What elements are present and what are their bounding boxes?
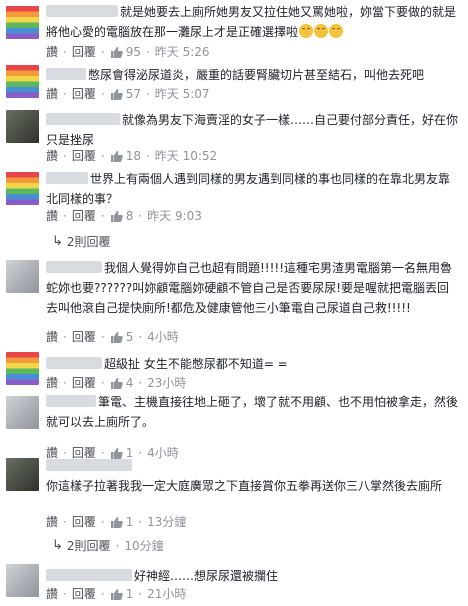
comment-text: 超級扯 女生不能憋尿都不知道= =: [46, 354, 460, 374]
like-count[interactable]: 18: [126, 148, 141, 164]
comment-meta: 讚 · 回覆 · 8 · 昨天 9:03: [46, 208, 202, 224]
avatar[interactable]: [6, 260, 39, 293]
commenter-name-redacted[interactable]: [46, 459, 132, 471]
grin-emoji-icon: [329, 24, 344, 38]
like-link[interactable]: 讚: [46, 514, 58, 530]
reply-link[interactable]: 回覆: [72, 44, 96, 60]
timestamp[interactable]: 4小時: [147, 329, 179, 345]
timestamp[interactable]: 23小時: [147, 375, 186, 391]
like-link[interactable]: 讚: [46, 86, 58, 102]
comment-body: 你這樣子拉著我我一定大庭廣眾之下直接賞你五拳再送你三八掌然後去廁所: [46, 479, 443, 493]
like-count[interactable]: 57: [126, 86, 141, 102]
reply-link[interactable]: 回覆: [72, 586, 96, 602]
comment-meta: 讚 · 回覆 · 5 · 4小時: [46, 329, 179, 345]
thumbs-up-icon: [110, 588, 123, 600]
comment-text: 世界上有兩個人遇到同樣的男友遇到同樣的事也同樣的在靠北男友靠北同樣的事？: [46, 169, 460, 209]
like-count[interactable]: 1: [126, 586, 134, 602]
thumbs-up-icon: [110, 46, 123, 58]
avatar[interactable]: [6, 65, 39, 98]
like-count[interactable]: 1: [126, 514, 134, 530]
avatar[interactable]: [6, 110, 39, 143]
comment-body: 我個人覺得妳自己也超有問題!!!!!這種宅男渣男電腦第一名無用魯蛇妳也要????…: [46, 261, 453, 315]
reply-link[interactable]: 回覆: [72, 148, 96, 164]
comment-meta: 讚 · 回覆 · 1 · 13分鐘: [46, 514, 187, 530]
thumbs-up-icon: [110, 210, 123, 222]
commenter-name-redacted[interactable]: [46, 5, 118, 17]
comment-text: 好神經……想尿尿還被攔住: [46, 566, 460, 586]
commenter-name-redacted[interactable]: [46, 395, 96, 407]
like-link[interactable]: 讚: [46, 375, 58, 391]
timestamp[interactable]: 昨天 5:07: [155, 86, 210, 102]
comment-body: 超級扯 女生不能憋尿都不知道= =: [104, 357, 288, 371]
comment-text: 筆電、主機直接往地上砸了，壞了就不用顧、也不用怕被拿走，然後就可以去上廁所了。: [46, 392, 460, 432]
reply-arrow-icon: ↳: [52, 538, 63, 553]
like-count[interactable]: 5: [126, 329, 134, 345]
like-link[interactable]: 讚: [46, 148, 58, 164]
comment-body: 好神經……想尿尿還被攔住: [134, 569, 279, 583]
comment-text: 我個人覺得妳自己也超有問題!!!!!這種宅男渣男電腦第一名無用魯蛇妳也要????…: [46, 258, 460, 318]
comment-text: 就像為男友下海賣淫的女子一樣……自己要付部分責任，好在你只是挫尿: [46, 110, 460, 150]
comment-meta: 讚 · 回覆 · 95 · 昨天 5:26: [46, 44, 210, 60]
avatar[interactable]: [6, 172, 39, 205]
like-link[interactable]: 讚: [46, 44, 58, 60]
like-count[interactable]: 4: [126, 375, 134, 391]
thumbs-up-icon: [110, 516, 123, 528]
thumbs-up-icon: [110, 331, 123, 343]
commenter-name-redacted[interactable]: [46, 261, 102, 273]
comment-meta: 讚 · 回覆 · 57 · 昨天 5:07: [46, 86, 210, 102]
view-replies-link[interactable]: ↳ 2則回覆: [52, 234, 111, 250]
avatar[interactable]: [6, 352, 39, 385]
commenter-name-redacted[interactable]: [46, 357, 102, 369]
reply-link[interactable]: 回覆: [72, 329, 96, 345]
like-count[interactable]: 8: [126, 208, 134, 224]
commenter-name-redacted[interactable]: [46, 172, 88, 184]
comment-meta: 讚 · 回覆 · 18 · 昨天 10:52: [46, 148, 218, 164]
timestamp[interactable]: 昨天 10:52: [155, 148, 217, 164]
comment-meta: 讚 · 回覆 · 4 · 23小時: [46, 375, 187, 391]
comment-text: 你這樣子拉著我我一定大庭廣眾之下直接賞你五拳再送你三八掌然後去廁所: [46, 456, 460, 496]
timestamp[interactable]: 21小時: [147, 586, 186, 602]
timestamp[interactable]: 昨天 9:03: [147, 208, 202, 224]
thumbs-up-icon: [110, 377, 123, 389]
like-link[interactable]: 讚: [46, 329, 58, 345]
avatar[interactable]: [6, 396, 39, 429]
comment-body: 憋尿會得泌尿道炎，嚴重的話要腎臟切片甚至結石，叫他去死吧: [88, 68, 425, 82]
comment-text: 就是她要去上廁所她男友又拉住她又罵她啦，妳當下要做的就是將他心愛的電腦放在那一灘…: [46, 2, 460, 42]
reply-link[interactable]: 回覆: [72, 208, 96, 224]
comment-meta: 讚 · 回覆 · 1 · 21小時: [46, 586, 187, 602]
thumbs-up-icon: [110, 150, 123, 162]
comment-text: 憋尿會得泌尿道炎，嚴重的話要腎臟切片甚至結石，叫他去死吧: [46, 65, 460, 85]
like-link[interactable]: 讚: [46, 586, 58, 602]
timestamp[interactable]: 昨天 5:26: [155, 44, 210, 60]
avatar[interactable]: [6, 6, 39, 39]
grin-emoji-icon: [314, 24, 329, 38]
reply-link[interactable]: 回覆: [72, 375, 96, 391]
grin-emoji-icon: [299, 24, 314, 38]
commenter-name-redacted[interactable]: [46, 569, 132, 581]
avatar[interactable]: [6, 458, 39, 491]
reply-link[interactable]: 回覆: [72, 86, 96, 102]
reply-link[interactable]: 回覆: [72, 514, 96, 530]
commenter-name-redacted[interactable]: [46, 113, 120, 125]
reply-arrow-icon: ↳: [52, 234, 63, 249]
view-replies-link[interactable]: ↳ 2則回覆 · 10分鐘: [52, 538, 164, 554]
timestamp[interactable]: 10分鐘: [124, 538, 163, 554]
thumbs-up-icon: [110, 88, 123, 100]
comment-body: 世界上有兩個人遇到同樣的男友遇到同樣的事也同樣的在靠北男友靠北同樣的事？: [46, 172, 451, 206]
comment-thread: 就是她要去上廁所她男友又拉住她又罵她啦，妳當下要做的就是將他心愛的電腦放在那一灘…: [0, 0, 468, 606]
timestamp[interactable]: 13分鐘: [147, 514, 186, 530]
commenter-name-redacted[interactable]: [46, 68, 86, 80]
like-count[interactable]: 95: [126, 44, 141, 60]
avatar[interactable]: [6, 564, 39, 597]
comment-body: 筆電、主機直接往地上砸了，壞了就不用顧、也不用怕被拿走，然後就可以去上廁所了。: [46, 395, 459, 429]
like-link[interactable]: 讚: [46, 208, 58, 224]
